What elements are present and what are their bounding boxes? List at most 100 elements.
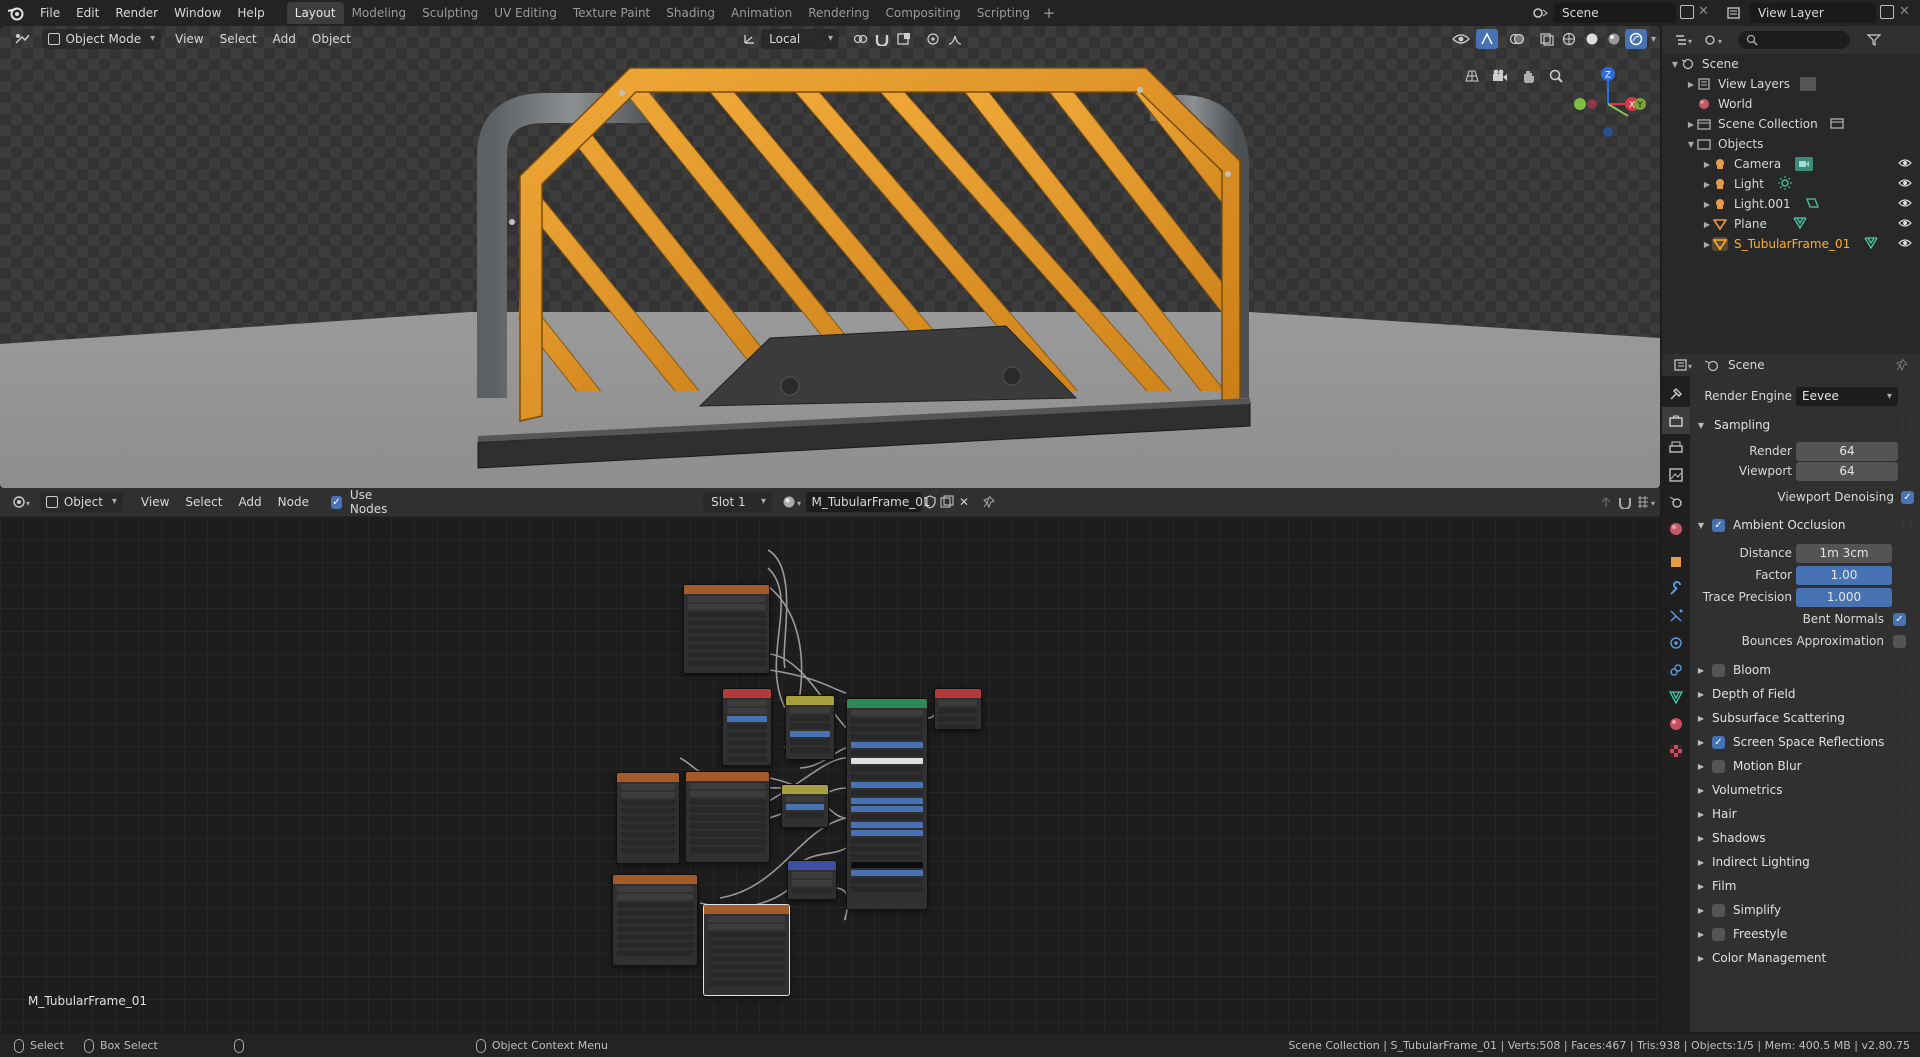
node-ambient-occlusion[interactable] — [722, 688, 772, 766]
tab-scene[interactable] — [1662, 488, 1690, 515]
node-material-output[interactable] — [934, 688, 982, 730]
new-view-layer-icon[interactable] — [1880, 5, 1894, 19]
display-mode-icon[interactable]: ▾ — [1700, 30, 1730, 50]
node-mix-rgb[interactable] — [785, 695, 835, 760]
ambient-occlusion-checkbox[interactable]: ✓ — [1712, 518, 1725, 532]
overlays-icon[interactable] — [1506, 29, 1528, 49]
panel-depth-of-field[interactable]: ▶ Depth of Field ⋮⋮ — [1690, 683, 1920, 705]
tab-constraints[interactable] — [1662, 656, 1690, 683]
visibility-eye-icon[interactable] — [1898, 198, 1912, 211]
tab-texture-paint[interactable]: Texture Paint — [565, 2, 658, 24]
tab-rendering[interactable]: Rendering — [800, 2, 877, 24]
transform-orientation-icon[interactable] — [739, 29, 761, 49]
drag-handle-icon[interactable]: ⋮⋮ — [1898, 857, 1915, 867]
expand-chevron-icon[interactable]: ▶ — [1702, 180, 1712, 189]
visibility-icon[interactable] — [1450, 29, 1472, 49]
panel-volumetrics[interactable]: ▶ Volumetrics ⋮⋮ — [1690, 779, 1920, 801]
expand-chevron-icon[interactable]: ▶ — [1686, 80, 1696, 89]
outliner-row-plane[interactable]: ▶ Plane — [1662, 214, 1920, 234]
node-image-texture-normal[interactable] — [703, 904, 790, 996]
panel-indirect-lighting[interactable]: ▶ Indirect Lighting ⋮⋮ — [1690, 851, 1920, 873]
navigation-gizmo[interactable]: Z X Y — [1568, 60, 1648, 140]
collection-extra-icon[interactable] — [1830, 117, 1844, 132]
drag-handle-icon[interactable]: ⋮⋮ — [1898, 713, 1915, 723]
outliner-search-input[interactable] — [1738, 31, 1850, 49]
expand-chevron-icon[interactable]: ▶ — [1686, 120, 1696, 129]
zoom-icon[interactable] — [1544, 66, 1568, 86]
node-image-texture-metallic[interactable] — [616, 772, 680, 864]
viewport-denoising-checkbox[interactable]: ✓ — [1901, 490, 1914, 504]
panel-color-management[interactable]: ▶ Color Management ⋮⋮ — [1690, 947, 1920, 969]
view-layer-field[interactable]: View Layer — [1750, 3, 1876, 23]
visibility-eye-icon[interactable] — [1898, 178, 1912, 191]
add-workspace-button[interactable]: + — [1038, 4, 1060, 22]
tab-layout[interactable]: Layout — [286, 2, 344, 24]
node-invert[interactable] — [781, 784, 829, 828]
outliner-row-view-layers[interactable]: ▶ View Layers — [1662, 74, 1920, 94]
gizmo-toggle-icon[interactable] — [1475, 29, 1499, 49]
render-engine-dropdown[interactable]: Eevee ▾ — [1796, 386, 1898, 406]
viewport-menu-object[interactable]: Object — [304, 29, 359, 49]
menu-edit[interactable]: Edit — [68, 0, 107, 26]
tab-material[interactable] — [1662, 710, 1690, 737]
outliner-row-light-001[interactable]: ▶ Light.001 — [1662, 194, 1920, 214]
viewport-menu-add[interactable]: Add — [265, 29, 304, 49]
panel-shadows[interactable]: ▶ Shadows ⋮⋮ — [1690, 827, 1920, 849]
menu-render[interactable]: Render — [107, 0, 166, 26]
proportional-edit-icon[interactable] — [921, 29, 943, 49]
drag-handle-icon[interactable]: ⋮⋮ — [1898, 953, 1915, 963]
render-layer-icon[interactable] — [1800, 77, 1816, 91]
drag-handle-icon[interactable]: ⋮⋮ — [1898, 785, 1915, 795]
tab-scripting[interactable]: Scripting — [969, 2, 1038, 24]
properties-editor[interactable]: ▾ Scene Render Engine Eevee ▾ ▼ Sampling… — [1662, 354, 1920, 1032]
delete-view-layer-icon[interactable]: ✕ — [1899, 4, 1910, 19]
mesh-data-icon[interactable] — [1793, 216, 1807, 233]
panel-freestyle[interactable]: ▶ Freestyle ⋮⋮ — [1690, 923, 1920, 945]
tab-animation[interactable]: Animation — [723, 2, 800, 24]
snap-target-icon[interactable] — [893, 29, 915, 49]
wireframe-shading-icon[interactable] — [1558, 29, 1580, 49]
drag-handle-icon[interactable]: ⋮⋮ — [1898, 737, 1915, 747]
mesh-data-icon[interactable] — [1864, 236, 1878, 253]
camera-view-icon[interactable] — [1488, 66, 1512, 86]
camera-data-icon[interactable] — [1795, 157, 1814, 171]
panel-film[interactable]: ▶ Film ⋮⋮ — [1690, 875, 1920, 897]
viewport-menu-select[interactable]: Select — [212, 29, 265, 49]
scene-browse-icon[interactable] — [1528, 3, 1552, 23]
drag-handle-icon[interactable]: ⋮⋮ — [1898, 881, 1915, 891]
outliner-row-objects[interactable]: ▼ Objects — [1662, 134, 1920, 154]
outliner-editor-type-icon[interactable]: ▾ — [1670, 30, 1700, 50]
node-image-texture-roughness[interactable] — [685, 771, 770, 863]
light-data-icon[interactable] — [1777, 175, 1792, 193]
panel-bloom[interactable]: ▶ Bloom ⋮⋮ — [1690, 659, 1920, 681]
panel-hair[interactable]: ▶ Hair ⋮⋮ — [1690, 803, 1920, 825]
tab-physics[interactable] — [1662, 629, 1690, 656]
tab-texture[interactable] — [1662, 737, 1690, 764]
node-normal-map[interactable] — [787, 860, 837, 900]
ao-factor-slider[interactable]: 1.00 — [1796, 565, 1892, 585]
properties-editor-type-icon[interactable]: ▾ — [1670, 355, 1700, 375]
pivot-point-icon[interactable] — [849, 29, 871, 49]
panel-sampling[interactable]: ▼ Sampling ⋮⋮ — [1690, 414, 1920, 436]
freestyle-checkbox[interactable] — [1712, 927, 1725, 941]
menu-help[interactable]: Help — [229, 0, 272, 26]
tab-tool[interactable] — [1662, 380, 1690, 407]
bent-normals-checkbox[interactable]: ✓ — [1893, 612, 1906, 626]
tab-render[interactable] — [1662, 407, 1690, 434]
orientation-dropdown[interactable]: Local — [761, 29, 839, 49]
menu-window[interactable]: Window — [166, 0, 229, 26]
drag-handle-icon[interactable]: ⋮⋮ — [1898, 761, 1915, 771]
outliner-row-camera[interactable]: ▶ Camera — [1662, 154, 1920, 174]
tab-world[interactable] — [1662, 515, 1690, 542]
shading-options-chevron-icon[interactable]: ▾ — [1647, 29, 1660, 49]
tab-uv-editing[interactable]: UV Editing — [486, 2, 565, 24]
drag-handle-icon[interactable]: ⋮⋮ — [1898, 689, 1915, 699]
tab-output[interactable] — [1662, 434, 1690, 461]
visibility-eye-icon[interactable] — [1898, 158, 1912, 171]
ao-distance-field[interactable]: 1m 3cm — [1796, 543, 1892, 563]
pan-hand-icon[interactable] — [1516, 66, 1540, 86]
panel-motion-blur[interactable]: ▶ Motion Blur ⋮⋮ — [1690, 755, 1920, 777]
mode-dropdown[interactable]: Object Mode — [41, 29, 162, 49]
tab-modifiers[interactable] — [1662, 575, 1690, 602]
expand-chevron-icon[interactable]: ▶ — [1702, 240, 1712, 249]
